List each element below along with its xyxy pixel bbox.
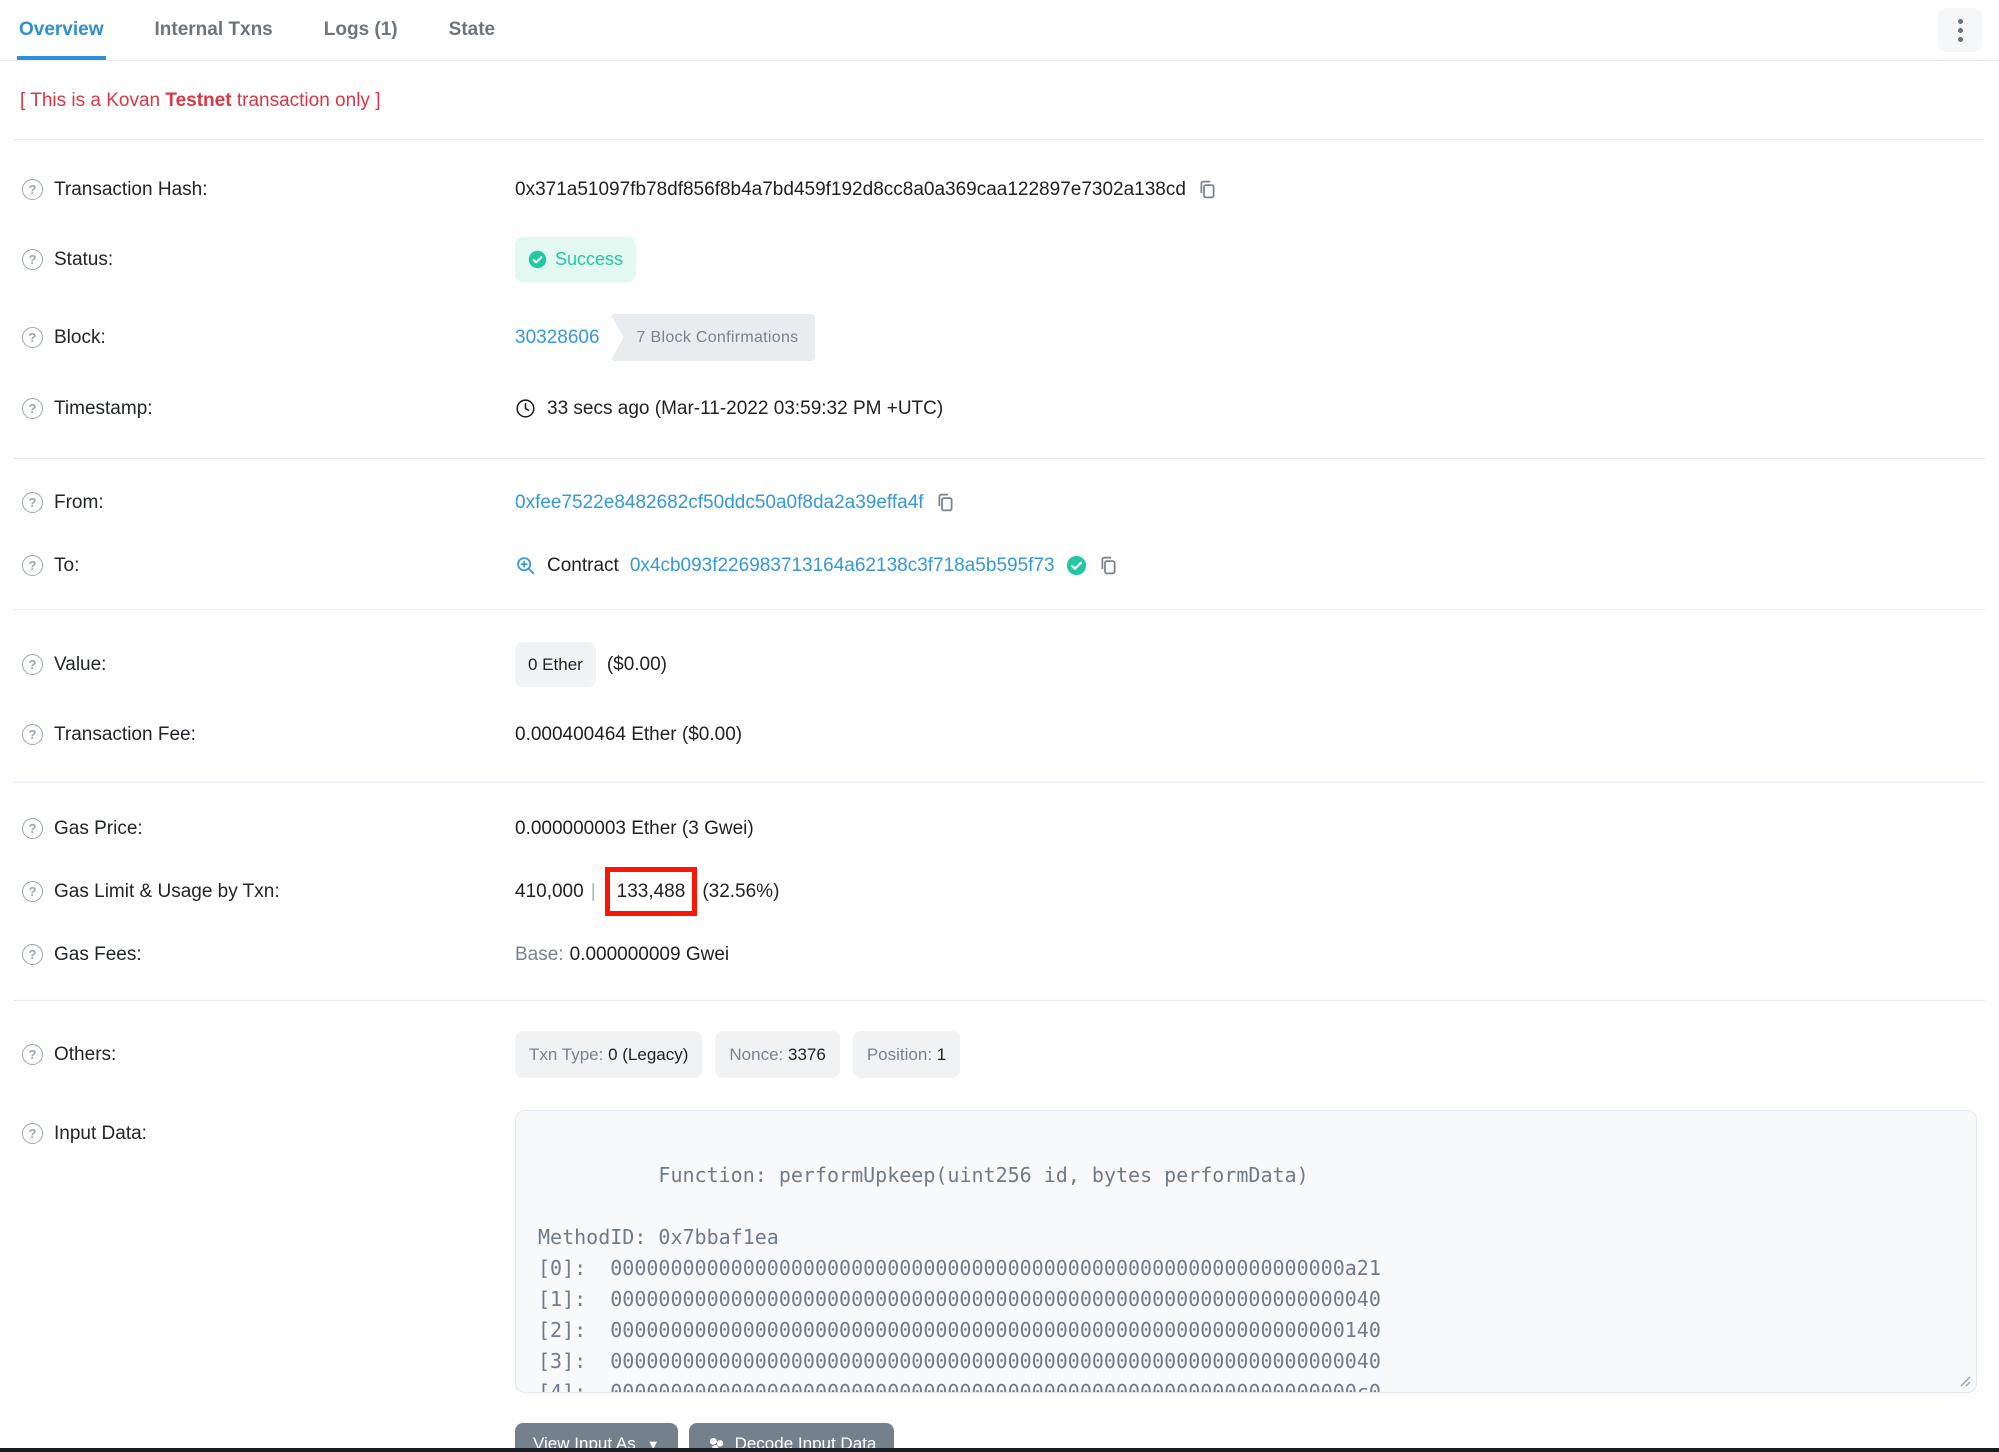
to-kind-label: Contract (547, 555, 619, 576)
tab-state[interactable]: State (447, 0, 497, 60)
row-label-text: Transaction Fee: (54, 724, 196, 745)
nonce-badge: Nonce: 3376 (715, 1031, 840, 1078)
gas-fees-base-label: Base: (515, 944, 564, 965)
kebab-icon (1957, 18, 1963, 24)
input-data-textarea[interactable]: Function: performUpkeep(uint256 id, byte… (515, 1110, 1977, 1393)
row-label-text: Input Data: (54, 1123, 147, 1144)
txn-type-badge: Txn Type: 0 (Legacy) (515, 1031, 703, 1078)
group-value-fee: ? Value: 0 Ether ($0.00) ? Transaction F… (14, 610, 1985, 783)
group-gas: ? Gas Price: 0.000000003 Ether (3 Gwei) … (14, 783, 1985, 1001)
row-gas-price: ? Gas Price: 0.000000003 Ether (3 Gwei) (14, 797, 1985, 860)
gas-limit-value: 410,000 (515, 881, 584, 902)
row-label-text: Transaction Hash: (54, 179, 208, 200)
row-label-text: Timestamp: (54, 398, 153, 419)
row-label-text: From: (54, 492, 104, 513)
row-transaction-fee: ? Transaction Fee: 0.000400464 Ether ($0… (14, 703, 1985, 766)
row-input-data: ? Input Data: Function: performUpkeep(ui… (14, 1094, 1985, 1409)
row-to: ? To: Contract 0x4cb093f226983713164a621… (14, 534, 1985, 597)
group-others-input: ? Others: Txn Type: 0 (Legacy) Nonce: 33… (14, 1001, 1985, 1452)
gas-used-value: 133,488 (616, 881, 686, 902)
row-transaction-hash: ? Transaction Hash: 0x371a51097fb78df856… (14, 158, 1985, 221)
copy-icon[interactable] (1197, 179, 1218, 200)
group-transaction-info: ? Transaction Hash: 0x371a51097fb78df856… (14, 140, 1985, 459)
row-label-text: Status: (54, 249, 114, 270)
copy-icon[interactable] (935, 492, 956, 513)
row-label-text: Others: (54, 1044, 117, 1065)
transaction-hash-value: 0x371a51097fb78df856f8b4a7bd459f192d8cc8… (515, 179, 1186, 200)
verified-check-icon (1066, 555, 1086, 576)
row-label-text: Gas Price: (54, 818, 143, 839)
resize-grip-icon[interactable] (1957, 1373, 1971, 1387)
help-icon[interactable]: ? (22, 881, 43, 902)
help-icon[interactable]: ? (22, 724, 43, 745)
row-label-text: Value: (54, 654, 107, 675)
row-label-text: Block: (54, 327, 106, 348)
help-icon[interactable]: ? (22, 654, 43, 675)
to-address-link[interactable]: 0x4cb093f226983713164a62138c3f718a5b595f… (630, 550, 1055, 581)
row-label-text: Gas Fees: (54, 944, 142, 965)
block-number-link[interactable]: 30328606 (515, 322, 600, 353)
timestamp-value: 33 secs ago (Mar-11-2022 03:59:32 PM +UT… (547, 398, 944, 419)
group-addresses: ? From: 0xfee7522e8482682cf50ddc50a0f8da… (14, 459, 1985, 610)
from-address-link[interactable]: 0xfee7522e8482682cf50ddc50a0f8da2a39effa… (515, 487, 924, 518)
help-icon[interactable]: ? (22, 944, 43, 965)
help-icon[interactable]: ? (22, 179, 43, 200)
position-badge: Position: 1 (852, 1031, 961, 1078)
more-options-button[interactable] (1938, 8, 1982, 52)
input-data-actions: View Input As ▼ Decode Input Data (14, 1409, 1985, 1452)
check-circle-icon (528, 250, 547, 269)
help-icon[interactable]: ? (22, 398, 43, 419)
copy-icon[interactable] (1098, 555, 1119, 576)
help-icon[interactable]: ? (22, 555, 43, 576)
help-icon[interactable]: ? (22, 1123, 43, 1144)
help-icon[interactable]: ? (22, 818, 43, 839)
row-gas-limit-usage: ? Gas Limit & Usage by Txn: 410,000 | 13… (14, 860, 1985, 923)
status-badge: Success (515, 237, 637, 282)
gas-fees-base-value: 0.000000009 Gwei (569, 944, 730, 965)
input-data-text: Function: performUpkeep(uint256 id, byte… (538, 1163, 1381, 1393)
row-label-text: To: (54, 555, 80, 576)
block-confirmations-badge: 7 Block Confirmations (610, 314, 816, 361)
ether-value-badge: 0 Ether (515, 642, 596, 687)
row-from: ? From: 0xfee7522e8482682cf50ddc50a0f8da… (14, 471, 1985, 534)
clock-icon (516, 399, 535, 418)
gas-used-percent: (32.56%) (702, 881, 780, 902)
help-icon[interactable]: ? (22, 327, 43, 348)
row-gas-fees: ? Gas Fees: Base: 0.000000009 Gwei (14, 923, 1985, 986)
footer-top-edge (0, 1448, 1999, 1452)
row-label-text: Gas Limit & Usage by Txn: (54, 881, 280, 902)
tab-internal-txns[interactable]: Internal Txns (153, 0, 275, 60)
tab-bar: Overview Internal Txns Logs (1) State (0, 0, 1999, 61)
transaction-details-page: Overview Internal Txns Logs (1) State [ … (0, 0, 1999, 1452)
row-status: ? Status: Success (14, 221, 1985, 298)
testnet-notice: [ This is a Kovan Testnet transaction on… (14, 61, 1985, 140)
row-timestamp: ? Timestamp: 33 secs ago (Mar-11-2022 03… (14, 377, 1985, 440)
help-icon[interactable]: ? (22, 249, 43, 270)
gas-price-value: 0.000000003 Ether (3 Gwei) (515, 818, 754, 839)
transaction-fee-value: 0.000400464 Ether ($0.00) (515, 724, 743, 745)
row-others: ? Others: Txn Type: 0 (Legacy) Nonce: 33… (14, 1015, 1985, 1094)
tab-overview[interactable]: Overview (17, 0, 106, 60)
usd-value: ($0.00) (606, 654, 668, 675)
annotation-highlight-box: 133,488 (604, 867, 698, 916)
row-value: ? Value: 0 Ether ($0.00) (14, 626, 1985, 703)
separator: | (590, 881, 596, 902)
row-block: ? Block: 30328606 7 Block Confirmations (14, 298, 1985, 377)
magnifier-plus-icon[interactable] (515, 555, 536, 576)
help-icon[interactable]: ? (22, 492, 43, 513)
help-icon[interactable]: ? (22, 1044, 43, 1065)
tab-logs[interactable]: Logs (1) (322, 0, 400, 60)
